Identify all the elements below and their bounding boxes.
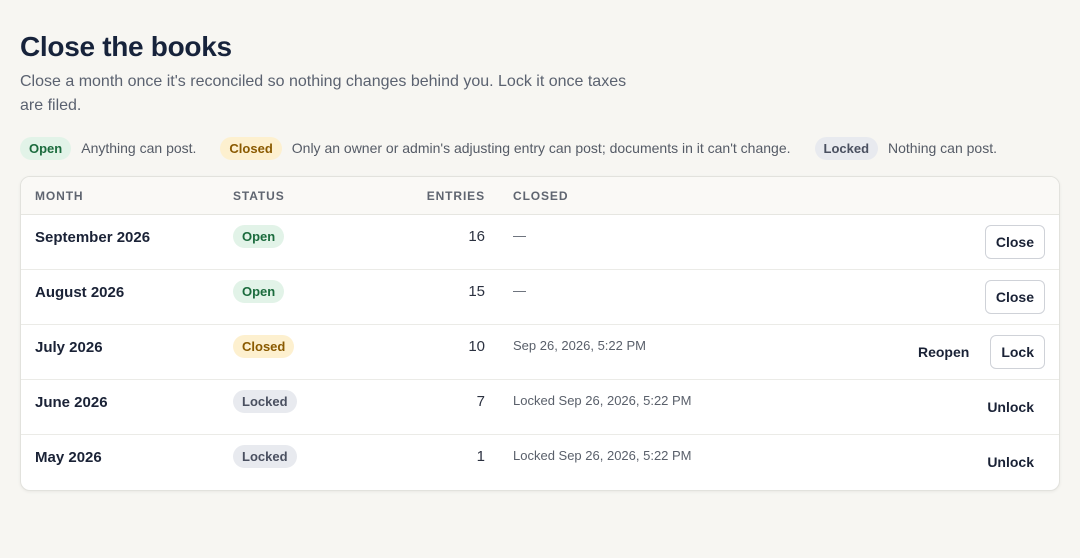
- closed-cell: Sep 26, 2026, 5:22 PM: [513, 338, 646, 353]
- month-cell: May 2026: [35, 449, 102, 466]
- entries-cell: 16: [468, 228, 485, 245]
- status-cell: Open: [233, 270, 373, 303]
- unlock-month-button[interactable]: Unlock: [976, 445, 1045, 479]
- row-actions: Unlock: [976, 445, 1045, 479]
- row-actions: Close: [984, 280, 1045, 314]
- column-header-status[interactable]: STATUS: [233, 189, 373, 203]
- legend-item-open: Open Anything can post.: [20, 136, 197, 160]
- entries-cell: 15: [468, 283, 485, 300]
- status-cell: Open: [233, 215, 373, 248]
- closed-cell: Locked Sep 26, 2026, 5:22 PM: [513, 393, 692, 408]
- status-legend: Open Anything can post. Closed Only an o…: [20, 136, 1060, 160]
- column-header-month[interactable]: MONTH: [21, 189, 233, 203]
- month-cell: June 2026: [35, 394, 108, 411]
- month-cell: August 2026: [35, 284, 125, 301]
- status-badge: Locked: [233, 445, 297, 468]
- table-header: MONTH STATUS ENTRIES CLOSED: [21, 177, 1059, 215]
- row-actions: Close: [984, 225, 1045, 259]
- column-header-entries[interactable]: ENTRIES: [373, 189, 485, 203]
- status-badge-locked: Locked: [814, 136, 879, 160]
- page-subtitle: Close a month once it's reconciled so no…: [20, 73, 627, 114]
- status-badge: Closed: [233, 335, 295, 358]
- status-cell: Locked: [233, 435, 373, 468]
- table-row: June 2026 Locked 7 Locked Sep 26, 2026, …: [21, 380, 1059, 435]
- status-badge: Open: [233, 225, 285, 248]
- table-row: May 2026 Locked 1 Locked Sep 26, 2026, 5…: [21, 435, 1059, 490]
- status-cell: Locked: [233, 380, 373, 413]
- table-row: August 2026 Open 15 — Close: [21, 270, 1059, 325]
- status-cell: Closed: [233, 325, 373, 358]
- status-badge-open: Open: [20, 136, 72, 160]
- row-actions: Unlock: [976, 390, 1045, 424]
- table-row: July 2026 Closed 10 Sep 26, 2026, 5:22 P…: [21, 325, 1059, 380]
- close-month-button[interactable]: Close: [984, 225, 1045, 259]
- month-cell: July 2026: [35, 339, 103, 356]
- entries-cell: 7: [476, 393, 485, 410]
- months-table: MONTH STATUS ENTRIES CLOSED September 20…: [20, 176, 1060, 491]
- status-badge-closed: Closed: [220, 136, 282, 160]
- close-books-page: Close the books Close a month once it's …: [20, 30, 1060, 491]
- table-row: September 2026 Open 16 — Close: [21, 215, 1059, 270]
- row-actions: Reopen Lock: [907, 335, 1045, 369]
- entries-cell: 1: [476, 448, 485, 465]
- lock-month-button[interactable]: Lock: [990, 335, 1045, 369]
- column-header-closed[interactable]: CLOSED: [485, 189, 568, 203]
- page-title: Close the books: [20, 31, 232, 62]
- close-month-button[interactable]: Close: [984, 280, 1045, 314]
- entries-cell: 10: [468, 338, 485, 355]
- month-cell: September 2026: [35, 229, 151, 246]
- legend-description: Anything can post.: [81, 140, 197, 156]
- closed-cell: —: [513, 228, 526, 243]
- closed-cell: Locked Sep 26, 2026, 5:22 PM: [513, 448, 692, 463]
- reopen-month-button[interactable]: Reopen: [907, 335, 980, 369]
- status-badge: Locked: [233, 390, 297, 413]
- legend-item-locked: Locked Nothing can post.: [814, 136, 997, 160]
- unlock-month-button[interactable]: Unlock: [976, 390, 1045, 424]
- legend-description: Only an owner or admin's adjusting entry…: [291, 140, 791, 156]
- closed-cell: —: [513, 283, 526, 298]
- legend-item-closed: Closed Only an owner or admin's adjustin…: [220, 136, 791, 160]
- status-badge: Open: [233, 280, 285, 303]
- legend-description: Nothing can post.: [888, 140, 997, 156]
